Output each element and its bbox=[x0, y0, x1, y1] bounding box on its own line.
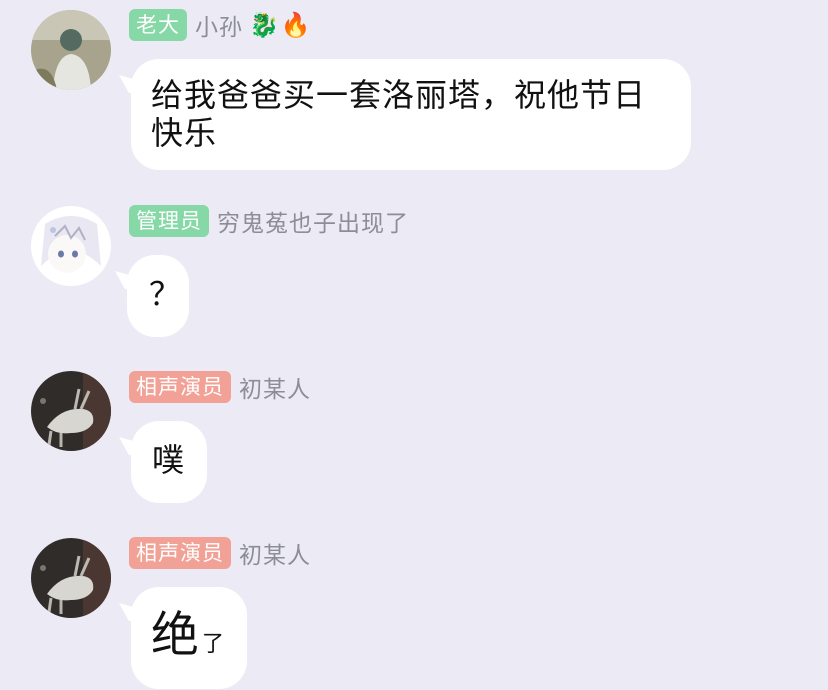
message-bubble[interactable]: 绝了 bbox=[131, 587, 247, 689]
sender-name[interactable]: 初某人 bbox=[239, 536, 311, 570]
role-badge: 管理员 bbox=[129, 204, 209, 237]
message-bubble[interactable]: ？ bbox=[127, 255, 189, 337]
role-badge: 相声演员 bbox=[129, 370, 231, 403]
message-header: 相声演员 初某人 bbox=[129, 536, 311, 569]
message-text: 绝了 bbox=[151, 607, 225, 663]
sender-name[interactable]: 穷鬼菟也子出现了 bbox=[217, 204, 409, 238]
message-main-char: 绝 bbox=[151, 607, 201, 663]
avatar[interactable] bbox=[31, 538, 111, 618]
role-badge: 老大 bbox=[129, 8, 187, 41]
avatar[interactable] bbox=[31, 371, 111, 451]
dragon-icon: 🐉 bbox=[249, 10, 279, 39]
message-bubble[interactable]: 给我爸爸买一套洛丽塔，祝他节日快乐 bbox=[131, 59, 691, 170]
message-header: 相声演员 初某人 bbox=[129, 370, 311, 403]
message-text: ？ bbox=[149, 275, 183, 313]
message-text: 给我爸爸买一套洛丽塔，祝他节日快乐 bbox=[151, 76, 647, 152]
fire-icon: 🔥 bbox=[280, 10, 311, 39]
message-text: 噗 bbox=[152, 441, 186, 479]
message-header: 管理员 穷鬼菟也子出现了 bbox=[129, 204, 409, 237]
sender-name[interactable]: 小孙 bbox=[195, 8, 243, 42]
sender-name[interactable]: 初某人 bbox=[239, 370, 311, 404]
message-header: 老大 小孙 🐉 🔥 bbox=[129, 8, 311, 41]
avatar[interactable] bbox=[31, 206, 111, 286]
message-suffix: 了 bbox=[202, 632, 226, 657]
role-badge: 相声演员 bbox=[129, 536, 231, 569]
message-bubble[interactable]: 噗 bbox=[131, 421, 207, 503]
avatar[interactable] bbox=[31, 10, 111, 90]
